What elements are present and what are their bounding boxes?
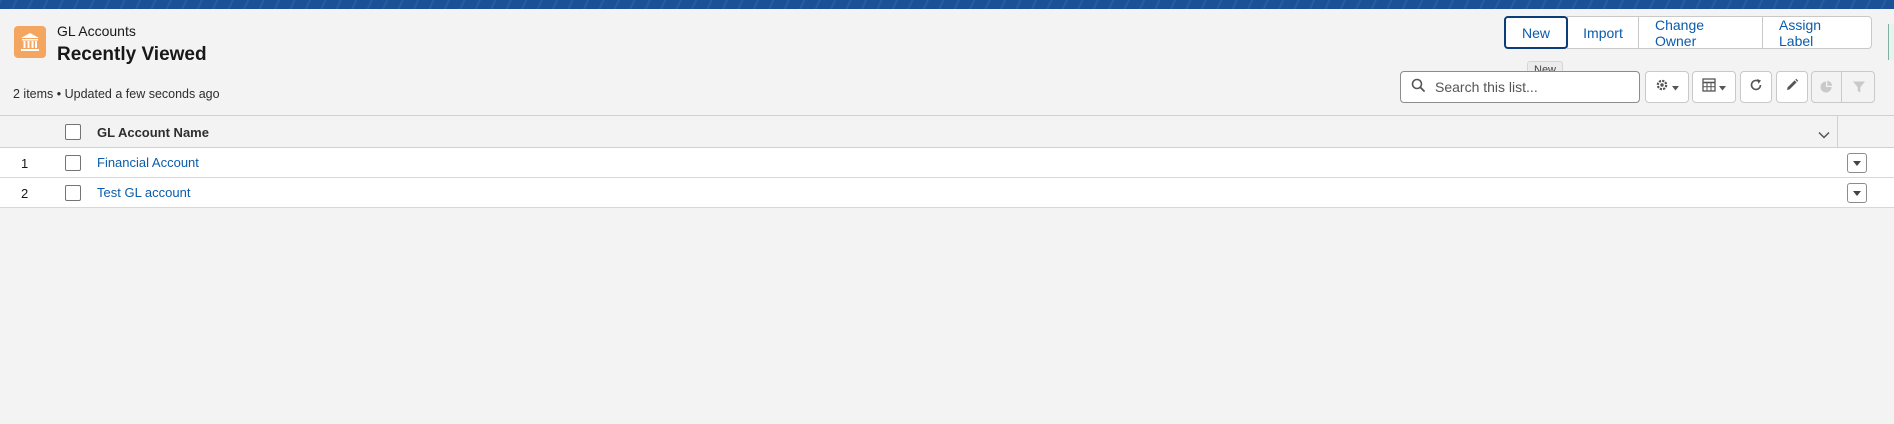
filter-icon [1845, 80, 1874, 94]
pencil-icon [1785, 78, 1799, 97]
object-label: GL Accounts [57, 23, 136, 39]
utility-edge [1888, 24, 1894, 60]
assign-label-button[interactable]: Assign Label [1762, 16, 1872, 49]
chevron-down-icon [1719, 78, 1726, 96]
row-actions-button[interactable] [1847, 153, 1867, 173]
select-all-checkbox[interactable] [65, 124, 81, 140]
row-checkbox[interactable] [65, 185, 81, 201]
table-icon [1702, 77, 1716, 97]
search-input[interactable] [1433, 78, 1633, 96]
list-settings-button[interactable] [1645, 71, 1689, 103]
row-actions-button[interactable] [1847, 183, 1867, 203]
import-button[interactable]: Import [1567, 16, 1639, 49]
gear-icon [1655, 78, 1669, 97]
search-icon [1411, 78, 1425, 97]
chevron-down-icon [1853, 184, 1861, 202]
table-row: 2 Test GL account [0, 178, 1894, 208]
chart-icon [1812, 72, 1842, 102]
record-link[interactable]: Financial Account [97, 155, 199, 170]
display-as-button[interactable] [1692, 71, 1736, 103]
row-number: 2 [21, 186, 29, 201]
refresh-icon [1749, 78, 1763, 97]
column-header-gl-account-name[interactable]: GL Account Name [97, 125, 209, 140]
list-view-table: GL Account Name 1 Financial Account 2 Te… [0, 115, 1894, 208]
change-owner-button[interactable]: Change Owner [1638, 16, 1763, 49]
inline-edit-button[interactable] [1776, 71, 1808, 103]
record-link[interactable]: Test GL account [97, 185, 190, 200]
row-checkbox[interactable] [65, 155, 81, 171]
chart-filter-button-group [1811, 71, 1875, 103]
list-view-title[interactable]: Recently Viewed [57, 44, 207, 66]
chevron-down-icon [1853, 154, 1861, 172]
top-brand-band [0, 0, 1894, 9]
row-number: 1 [21, 156, 29, 171]
table-header: GL Account Name [0, 115, 1894, 149]
list-search-box[interactable] [1400, 71, 1640, 103]
chevron-down-icon[interactable] [1818, 126, 1830, 144]
new-button[interactable]: New [1504, 16, 1568, 49]
refresh-button[interactable] [1740, 71, 1772, 103]
bank-icon [14, 26, 46, 58]
action-button-group: New Import Change Owner Assign Label [1504, 16, 1872, 49]
table-row: 1 Financial Account [0, 148, 1894, 178]
chevron-down-icon [1672, 78, 1679, 96]
list-meta-info: 2 items • Updated a few seconds ago [13, 87, 220, 101]
column-divider [1837, 116, 1838, 149]
